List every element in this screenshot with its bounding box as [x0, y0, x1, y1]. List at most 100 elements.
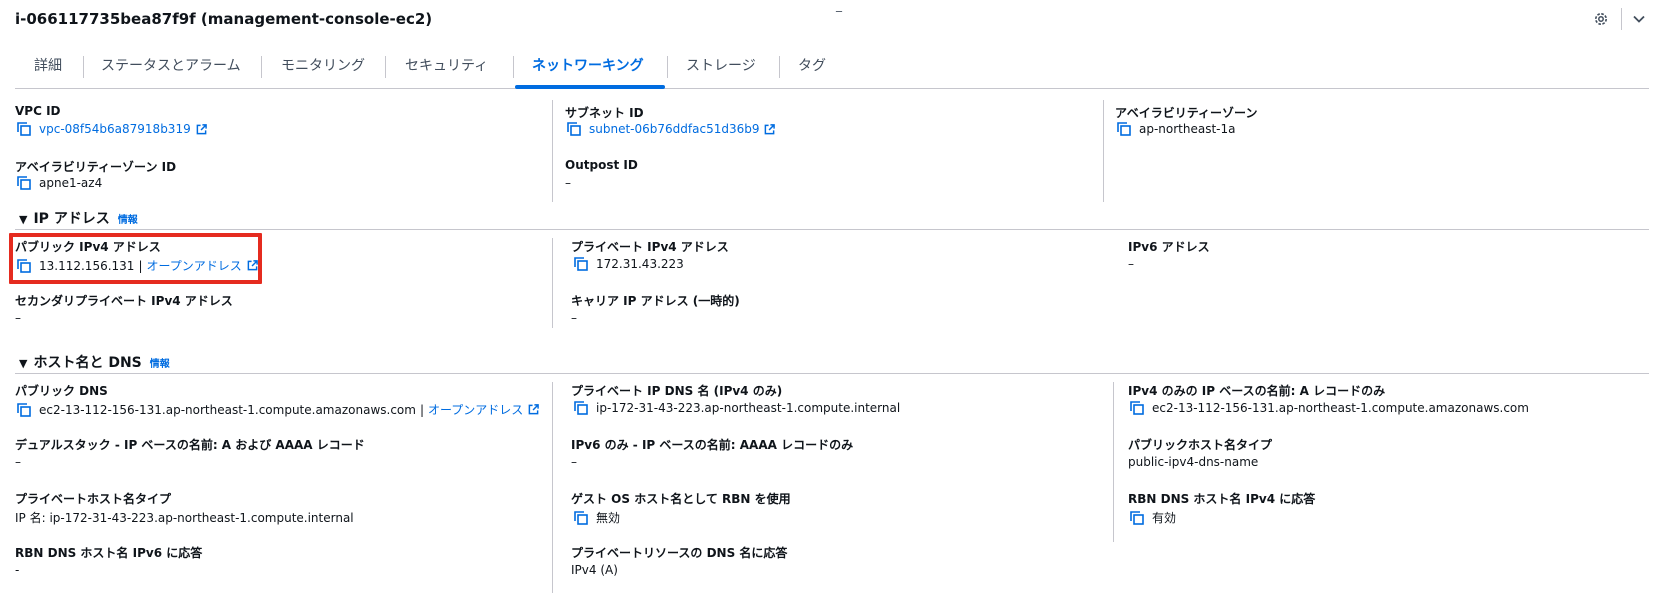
copy-icon[interactable] — [1117, 122, 1131, 136]
availability-zone-text: ap-northeast-1a — [1139, 122, 1236, 136]
tab-bar: 詳細 ステータスとアラーム モニタリング セキュリティ ネットワーキング ストレ… — [15, 52, 1649, 89]
tab-tags[interactable]: タグ — [798, 52, 826, 89]
private-resource-dns-value: IPv4 (A) — [571, 563, 618, 577]
copy-icon[interactable] — [17, 259, 31, 273]
public-hostname-type-value: public-ipv4-dns-name — [1128, 455, 1259, 469]
guest-os-rbn-text: 無効 — [596, 511, 621, 525]
private-hostname-type-value: IP 名: ip-172-31-43-223.ap-northeast-1.co… — [15, 511, 354, 525]
ipv6-address-value: – — [1128, 257, 1134, 271]
column-divider — [1103, 100, 1104, 202]
copy-icon[interactable] — [1130, 511, 1144, 525]
copy-icon[interactable] — [567, 122, 581, 136]
copy-icon[interactable] — [17, 122, 31, 136]
chevron-down-icon[interactable] — [1632, 12, 1646, 26]
rbn-ipv6-value: - — [15, 563, 20, 577]
private-ip-dns-text: ip-172-31-43-223.ap-northeast-1.compute.… — [596, 401, 901, 415]
dualstack-value: – — [15, 455, 21, 469]
private-ipv4-text: 172.31.43.223 — [596, 257, 684, 271]
ip-address-heading: IP アドレス — [33, 211, 110, 227]
tab-networking[interactable]: ネットワーキング — [532, 52, 644, 89]
top-mark: _ — [836, 0, 842, 12]
public-ipv4-label: パブリック IPv4 アドレス — [15, 240, 161, 254]
column-divider — [552, 382, 553, 593]
rbn-ipv6-label: RBN DNS ホスト名 IPv6 に応答 — [15, 546, 203, 560]
availability-zone-label: アベイラビリティーゾーン — [1115, 106, 1258, 120]
copy-icon[interactable] — [574, 511, 588, 525]
tab-separator — [261, 56, 262, 78]
active-tab-indicator — [515, 85, 665, 89]
public-hostname-type-label: パブリックホスト名タイプ — [1128, 438, 1273, 452]
private-ip-dns-label: プライベート IP DNS 名 (IPv4 のみ) — [571, 384, 783, 398]
public-dns-value: ec2-13-112-156-131.ap-northeast-1.comput… — [17, 401, 539, 418]
tab-monitoring[interactable]: モニタリング — [281, 52, 365, 89]
availability-zone-id-text: apne1-az4 — [39, 176, 103, 190]
header-divider — [1621, 8, 1622, 30]
tab-storage[interactable]: ストレージ — [686, 52, 756, 89]
secondary-private-ipv4-label: セカンダリプライベート IPv4 アドレス — [15, 294, 233, 308]
caret-down-icon: ▼ — [19, 213, 28, 226]
subnet-id-link[interactable]: subnet-06b76ddfac51d36b9 — [589, 122, 759, 136]
external-link-icon — [196, 124, 207, 135]
vpc-id-link[interactable]: vpc-08f54b6a87918b319 — [39, 122, 191, 136]
public-dns-label: パブリック DNS — [15, 384, 108, 398]
private-ip-dns-value: ip-172-31-43-223.ap-northeast-1.compute.… — [574, 401, 900, 415]
tab-separator — [385, 56, 386, 78]
value-separator: | — [419, 402, 425, 417]
hostname-dns-heading: ホスト名と DNS — [33, 355, 142, 371]
dualstack-label: デュアルスタック - IP ベースの名前: A および AAAA レコード — [15, 438, 365, 452]
carrier-ip-value: – — [571, 311, 577, 325]
info-link[interactable]: 情報 — [118, 211, 138, 226]
tab-status-alarms[interactable]: ステータスとアラーム — [101, 52, 241, 89]
rbn-ipv4-text: 有効 — [1152, 511, 1177, 525]
ipv4-ip-name-value: ec2-13-112-156-131.ap-northeast-1.comput… — [1130, 401, 1529, 415]
hostname-dns-section-header[interactable]: ▼ ホスト名と DNS 情報 — [19, 352, 170, 372]
ipv6-only-value: – — [571, 455, 577, 469]
ipv4-ip-name-label: IPv4 のみの IP ベースの名前: A レコードのみ — [1128, 384, 1386, 398]
public-ipv4-text: 13.112.156.131 — [39, 258, 135, 273]
column-divider — [552, 238, 553, 328]
external-link-icon — [764, 124, 775, 135]
outpost-id-value: – — [565, 176, 571, 190]
guest-os-rbn-label: ゲスト OS ホスト名として RBN を使用 — [571, 492, 791, 506]
availability-zone-id-label: アベイラビリティーゾーン ID — [15, 160, 177, 174]
info-link[interactable]: 情報 — [150, 355, 170, 370]
private-ipv4-label: プライベート IPv4 アドレス — [571, 240, 729, 254]
vpc-id-label: VPC ID — [15, 104, 61, 118]
column-divider — [552, 100, 553, 202]
value-separator: | — [138, 258, 143, 273]
public-ipv4-value: 13.112.156.131 | オープンアドレス — [17, 257, 258, 274]
tab-security[interactable]: セキュリティ — [405, 52, 488, 89]
column-divider — [1113, 382, 1114, 542]
copy-icon[interactable] — [574, 257, 588, 271]
outpost-id-label: Outpost ID — [565, 158, 638, 172]
subnet-id-label: サブネット ID — [565, 106, 644, 120]
availability-zone-id-value: apne1-az4 — [17, 176, 102, 190]
section-divider — [15, 229, 1649, 230]
gear-icon[interactable] — [1593, 11, 1609, 27]
copy-icon[interactable] — [17, 176, 31, 190]
ip-address-section-header[interactable]: ▼ IP アドレス 情報 — [19, 208, 138, 228]
subnet-id-value: subnet-06b76ddfac51d36b9 — [567, 122, 775, 136]
section-divider — [15, 373, 1649, 374]
open-address-link[interactable]: オープンアドレス — [146, 257, 241, 274]
tab-details[interactable]: 詳細 — [34, 52, 62, 89]
page-title: i-066117735bea87f9f (management-console-… — [15, 10, 433, 28]
external-link-icon — [528, 404, 539, 415]
guest-os-rbn-value: 無効 — [574, 509, 620, 526]
copy-icon[interactable] — [1130, 401, 1144, 415]
private-ipv4-value: 172.31.43.223 — [574, 257, 684, 271]
availability-zone-value: ap-northeast-1a — [1117, 122, 1236, 136]
tab-separator — [667, 56, 668, 78]
private-resource-dns-label: プライベートリソースの DNS 名に応答 — [571, 546, 788, 560]
tab-separator — [779, 56, 780, 78]
caret-down-icon: ▼ — [19, 357, 28, 370]
tab-separator — [83, 56, 84, 78]
ipv6-address-label: IPv6 アドレス — [1128, 240, 1210, 254]
private-hostname-type-label: プライベートホスト名タイプ — [15, 492, 172, 506]
public-dns-text: ec2-13-112-156-131.ap-northeast-1.comput… — [39, 402, 416, 417]
ipv4-ip-name-text: ec2-13-112-156-131.ap-northeast-1.comput… — [1152, 401, 1529, 415]
copy-icon[interactable] — [574, 401, 588, 415]
copy-icon[interactable] — [17, 403, 31, 417]
open-address-link[interactable]: オープンアドレス — [428, 401, 523, 418]
secondary-private-ipv4-value: – — [15, 311, 21, 325]
